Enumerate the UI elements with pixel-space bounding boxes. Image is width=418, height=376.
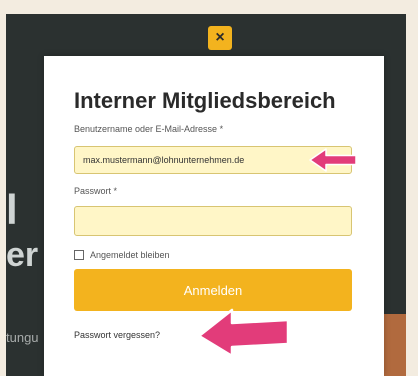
password-label: Passwort *	[74, 186, 118, 196]
forgot-password-link[interactable]: Passwort vergessen?	[74, 330, 160, 340]
background-text-fragment: er	[6, 236, 39, 274]
close-icon: ×	[215, 29, 225, 46]
close-button[interactable]: ×	[208, 26, 232, 50]
password-input[interactable]	[75, 207, 351, 235]
modal-title: Interner Mitgliedsbereich	[74, 88, 336, 113]
background-text-fragment: tungu	[6, 330, 39, 345]
remember-me-checkbox[interactable]	[74, 250, 84, 260]
arrow-left-icon	[197, 308, 290, 358]
username-label: Benutzername oder E-Mail-Adresse *	[74, 124, 224, 134]
remember-me-row: Angemeldet bleiben	[74, 250, 170, 260]
password-field-wrapper	[74, 206, 352, 236]
remember-me-label: Angemeldet bleiben	[90, 250, 170, 260]
background-text-fragment: l	[6, 186, 18, 233]
arrow-left-icon	[309, 148, 357, 172]
login-button[interactable]: Anmelden	[74, 269, 352, 311]
